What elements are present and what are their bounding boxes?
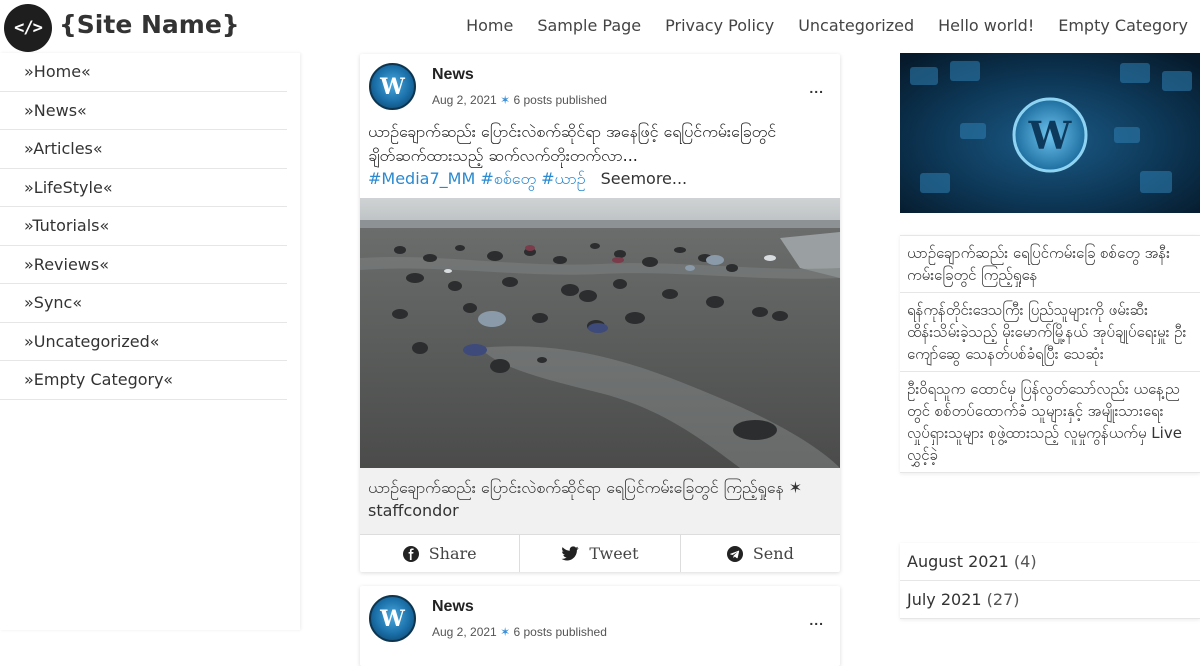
recent-post-link[interactable]: ရန်ကုန်တိုင်းဒေသကြီး ပြည်သူများကို ဖမ်းဆ… (900, 293, 1200, 372)
category-articles[interactable]: »Articles« (0, 130, 287, 169)
post-excerpt: ယာဉ်ချောက်ဆည်း ပြောင်းလဲစက်ဆိုင်ရာ အနေဖြ… (368, 122, 777, 165)
post-date[interactable]: Aug 2, 2021 (432, 625, 497, 639)
post-image[interactable] (360, 198, 840, 468)
svg-text:W: W (1028, 113, 1073, 158)
category-reviews[interactable]: »Reviews« (0, 246, 287, 284)
category-home[interactable]: »Home« (0, 53, 287, 92)
post-meta: Aug 2, 2021 ✶ 6 posts published (432, 93, 607, 107)
nav-hello-world[interactable]: Hello world! (938, 16, 1034, 35)
post-author[interactable]: News (432, 66, 474, 84)
category-news[interactable]: »News« (0, 92, 287, 130)
main-nav: Home Sample Page Privacy Policy Uncatego… (466, 16, 1188, 35)
more-options-button[interactable]: ... (809, 80, 824, 96)
archive-label: August 2021 (907, 552, 1009, 571)
recent-post-link[interactable]: ဦးဝိရသူက ထောင်မှ ပြန်လွတ်သော်လည်း ယနေ့ညတ… (900, 372, 1200, 473)
share-bar: Share Tweet Send (360, 534, 840, 572)
wordpress-icon: W (380, 73, 405, 100)
category-sync[interactable]: »Sync« (0, 284, 287, 323)
code-icon: </> (14, 18, 43, 38)
recent-posts-list: ယာဉ်ချောက်ဆည်း ရေပြင်ကမ်းခြေ စစ်တွေ အနီး… (900, 235, 1200, 473)
tag-link[interactable]: #ယာဉ် (541, 169, 585, 188)
share-label: Share (428, 544, 477, 563)
category-sidebar: »Home« »News« »Articles« »LifeStyle« »Tu… (0, 53, 300, 630)
archive-count: (4) (1013, 552, 1037, 571)
more-options-button[interactable]: ... (809, 612, 824, 628)
post-tags: #Media7_MM #စစ်တွေ #ယာဉ် Seemore... (368, 168, 687, 192)
site-header: </> {Site Name} Home Sample Page Privacy… (0, 0, 1200, 52)
avatar[interactable]: W (369, 595, 416, 642)
facebook-icon (402, 545, 419, 562)
share-button[interactable]: Share (360, 535, 521, 572)
archive-july-2021[interactable]: July 2021 (27) (900, 581, 1200, 619)
archive-august-2021[interactable]: August 2021 (4) (900, 543, 1200, 581)
tag-link[interactable]: #စစ်တွေ (480, 169, 536, 188)
wordpress-icon: W (380, 605, 405, 632)
posts-published: 6 posts published (513, 625, 607, 639)
nav-empty-category[interactable]: Empty Category (1058, 16, 1188, 35)
recent-post-link[interactable]: ယာဉ်ချောက်ဆည်း ရေပြင်ကမ်းခြေ စစ်တွေ အနီး… (900, 236, 1200, 293)
category-tutorials[interactable]: »Tutorials« (0, 207, 287, 246)
star-separator-icon: ✶ (500, 93, 511, 107)
archives-list: August 2021 (4) July 2021 (27) (900, 543, 1200, 619)
tweet-label: Tweet (589, 544, 639, 563)
site-logo[interactable]: </> (4, 4, 52, 52)
category-uncategorized[interactable]: »Uncategorized« (0, 323, 287, 361)
wordpress-banner: W (900, 53, 1200, 213)
featured-image[interactable]: W (900, 53, 1200, 213)
send-button[interactable]: Send (681, 535, 840, 572)
site-title[interactable]: {Site Name} (59, 10, 240, 39)
post-author[interactable]: News (432, 598, 474, 616)
twitter-icon (561, 545, 579, 560)
posts-published: 6 posts published (513, 93, 607, 107)
archive-label: July 2021 (907, 590, 982, 609)
nav-sample-page[interactable]: Sample Page (537, 16, 641, 35)
send-label: Send (752, 544, 794, 563)
avatar[interactable]: W (369, 63, 416, 110)
category-empty[interactable]: »Empty Category« (0, 361, 287, 400)
see-more-link[interactable]: Seemore... (601, 169, 688, 188)
tweet-button[interactable]: Tweet (520, 535, 681, 572)
image-caption: ယာဉ်ချောက်ဆည်း ပြောင်းလဲစက်ဆိုင်ရာ ရေပြင… (360, 468, 840, 534)
post-date[interactable]: Aug 2, 2021 (432, 93, 497, 107)
post-card: W News Aug 2, 2021 ✶ 6 posts published .… (360, 586, 840, 666)
category-lifestyle[interactable]: »LifeStyle« (0, 169, 287, 207)
archive-count: (27) (986, 590, 1020, 609)
tag-link[interactable]: #Media7_MM (368, 169, 475, 188)
nav-privacy-policy[interactable]: Privacy Policy (665, 16, 774, 35)
star-separator-icon: ✶ (500, 625, 511, 639)
post-card: W News Aug 2, 2021 ✶ 6 posts published .… (360, 54, 840, 572)
beach-photo (360, 198, 840, 468)
nav-home[interactable]: Home (466, 16, 513, 35)
telegram-icon (726, 545, 743, 562)
right-sidebar: W ယာဉ်ချောက်ဆည်း ရေပြင်ကမ်းခြေ စစ်တွေ အန… (900, 53, 1200, 630)
post-meta: Aug 2, 2021 ✶ 6 posts published (432, 625, 607, 639)
nav-uncategorized[interactable]: Uncategorized (798, 16, 914, 35)
